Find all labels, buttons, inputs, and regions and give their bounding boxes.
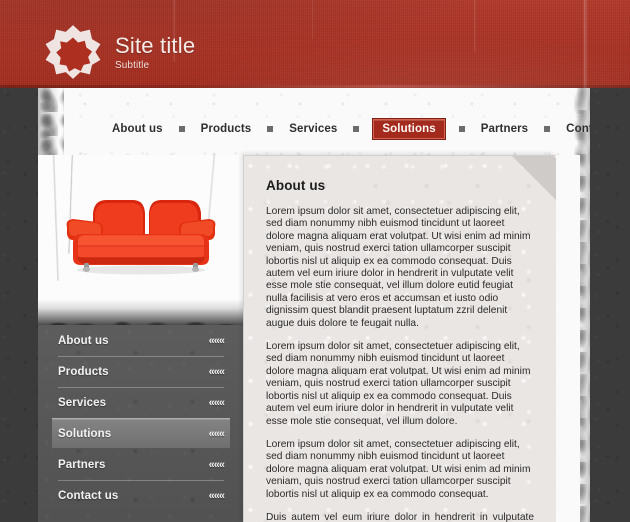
sidebar-menu: About us ««« Products ««« Services ««« Solutio… — [38, 325, 243, 522]
content-paragraph: Lorem ipsum dolor sit amet, consectetuer… — [266, 206, 531, 329]
triple-chevron-left-icon: ««« — [208, 397, 225, 409]
brand-text: Site title Subtitle — [115, 33, 195, 71]
panel-right-gutter — [556, 155, 580, 522]
sidebar-item-contact-us[interactable]: Contact us ««« — [58, 480, 225, 511]
page-title: Site title — [115, 33, 196, 58]
nav-separator-icon — [267, 126, 274, 132]
sidebar-item-about-us[interactable]: About us ««« — [58, 325, 225, 356]
sidebar-list: About us ««« Products ««« Services ««« Solutio… — [38, 325, 243, 511]
nav-separator-icon — [544, 126, 551, 132]
body-column: About us Products Services Solutions Partner… — [38, 88, 590, 522]
sidebar-item-label: About us — [58, 334, 109, 347]
sidebar-item-label: Partners — [58, 458, 106, 471]
red-sofa-illustration — [66, 200, 216, 275]
site-header: Site title Subtitle — [0, 0, 630, 88]
nav-item-solutions[interactable]: Solutions — [372, 118, 446, 140]
nav-item-partners[interactable]: Partners — [479, 120, 530, 138]
triple-chevron-left-icon: ««« — [208, 490, 225, 502]
nav-item-products[interactable]: Products — [199, 120, 254, 138]
nav-item-services[interactable]: Services — [287, 120, 339, 138]
sidebar-item-label: Solutions — [58, 427, 112, 440]
triple-chevron-left-icon: ««« — [208, 366, 225, 378]
panel-body: About us Lorem ipsum dolor sit amet, con… — [244, 156, 556, 522]
sidebar-item-label: Contact us — [58, 490, 119, 502]
page-fold-corner-icon — [512, 156, 556, 200]
content-paragraphs: Lorem ipsum dolor sit amet, consectetuer… — [266, 206, 534, 522]
triple-chevron-left-icon: ««« — [208, 458, 225, 471]
content-paragraph: Lorem ipsum dolor sit amet, consectetuer… — [266, 341, 531, 427]
triple-chevron-left-icon: ««« — [208, 334, 225, 347]
content-paragraph: Lorem ipsum dolor sit amet, consectetuer… — [266, 438, 531, 500]
site-page: Site title Subtitle About us Products Serv… — [0, 0, 630, 522]
hero-ground-shadow — [38, 299, 243, 325]
main-content: About us Lorem ipsum dolor sit amet, con… — [243, 155, 580, 522]
hero-image — [38, 155, 243, 325]
content-panel: About us Lorem ipsum dolor sit amet, con… — [243, 155, 556, 522]
sidebar-item-partners[interactable]: Partners ««« — [58, 449, 225, 480]
sidebar-item-services[interactable]: Services ««« — [58, 387, 225, 418]
sidebar-item-products[interactable]: Products ««« — [58, 356, 225, 387]
top-nav-strip: About us Products Services Solutions Partner… — [38, 88, 590, 155]
page-subtitle: Subtitle — [115, 60, 150, 71]
content-heading: About us — [266, 178, 326, 193]
sidebar-item-label: Services — [58, 397, 107, 409]
sidebar-item-label: Products — [58, 366, 109, 378]
nav-item-contact-us[interactable]: Contact us — [564, 120, 590, 138]
content-paragraph: Duis autem vel eum iriure dolor in hendr… — [266, 511, 534, 522]
nav-separator-icon — [458, 126, 465, 132]
nav-item-about-us[interactable]: About us — [110, 120, 165, 138]
nav-separator-icon — [353, 126, 360, 132]
top-navigation[interactable]: About us Products Services Solutions Partner… — [110, 118, 590, 140]
eight-point-star-logo-icon — [45, 25, 101, 79]
triple-chevron-left-icon: ««« — [208, 427, 225, 440]
sidebar-item-solutions[interactable]: Solutions ««« — [52, 418, 230, 449]
nav-separator-icon — [178, 126, 185, 132]
brand-area[interactable]: Site title Subtitle — [45, 24, 195, 80]
